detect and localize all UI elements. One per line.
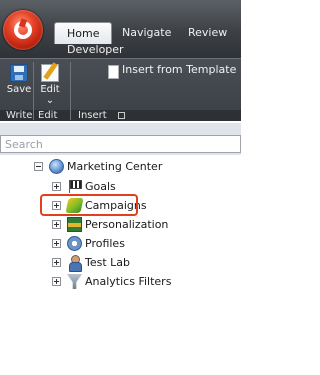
group-caption-edit: Edit — [38, 110, 58, 121]
expand-toggle-icon[interactable] — [52, 239, 61, 248]
tree-node-goals[interactable]: Goals — [52, 178, 116, 195]
tab-review[interactable]: Review — [188, 26, 227, 39]
group-caption-insert: Insert — [78, 110, 107, 121]
tree-node-label: Analytics Filters — [85, 275, 172, 288]
application-orb-icon[interactable] — [3, 10, 43, 50]
dialog-launcher-icon[interactable] — [118, 112, 125, 119]
tree-node-label: Personalization — [85, 218, 169, 231]
chevron-down-icon: ⌄ — [45, 95, 55, 106]
personalization-icon — [67, 217, 82, 232]
tree-node-label: Marketing Center — [67, 160, 163, 173]
expand-toggle-icon[interactable] — [52, 182, 61, 191]
collapse-toggle-icon[interactable] — [34, 162, 43, 171]
save-button-label: Save — [6, 84, 32, 95]
globe-icon — [49, 159, 64, 174]
edit-button[interactable]: Edit ⌄ — [35, 64, 65, 106]
funnel-icon — [67, 274, 82, 289]
save-disk-icon — [10, 64, 28, 82]
search-input[interactable] — [0, 135, 241, 153]
tab-navigate[interactable]: Navigate — [122, 26, 171, 39]
tree-node-label: Profiles — [85, 237, 125, 250]
edit-pencil-icon — [41, 64, 59, 82]
tree-node-label: Test Lab — [85, 256, 131, 269]
campaigns-highlight-outline — [40, 194, 138, 216]
profile-icon — [67, 236, 82, 251]
content-editor-window: Home Navigate Review Developer Save Edit… — [0, 0, 241, 375]
test-lab-icon — [67, 255, 82, 272]
expand-toggle-icon[interactable] — [52, 258, 61, 267]
insert-from-template-button[interactable]: Insert from Template — [104, 63, 236, 83]
expand-toggle-icon[interactable] — [52, 277, 61, 286]
tab-home[interactable]: Home — [54, 22, 112, 44]
insert-from-template-label: Insert from Template — [122, 63, 237, 76]
tree-node-analytics-filters[interactable]: Analytics Filters — [52, 273, 171, 290]
tree-node-test-lab[interactable]: Test Lab — [52, 254, 131, 272]
save-button[interactable]: Save — [6, 64, 32, 95]
tab-developer[interactable]: Developer — [67, 43, 124, 56]
expand-toggle-icon[interactable] — [52, 220, 61, 229]
checkered-flag-icon — [67, 179, 82, 194]
tree-node-personalization[interactable]: Personalization — [52, 216, 168, 233]
tree-node-label: Goals — [85, 180, 116, 193]
group-divider — [70, 62, 71, 120]
tree-node-profiles[interactable]: Profiles — [52, 235, 125, 252]
edit-button-label: Edit — [40, 84, 60, 95]
tree-node-marketing-center[interactable]: Marketing Center — [34, 158, 162, 175]
group-divider — [33, 62, 34, 120]
group-caption-write: Write — [6, 110, 33, 121]
